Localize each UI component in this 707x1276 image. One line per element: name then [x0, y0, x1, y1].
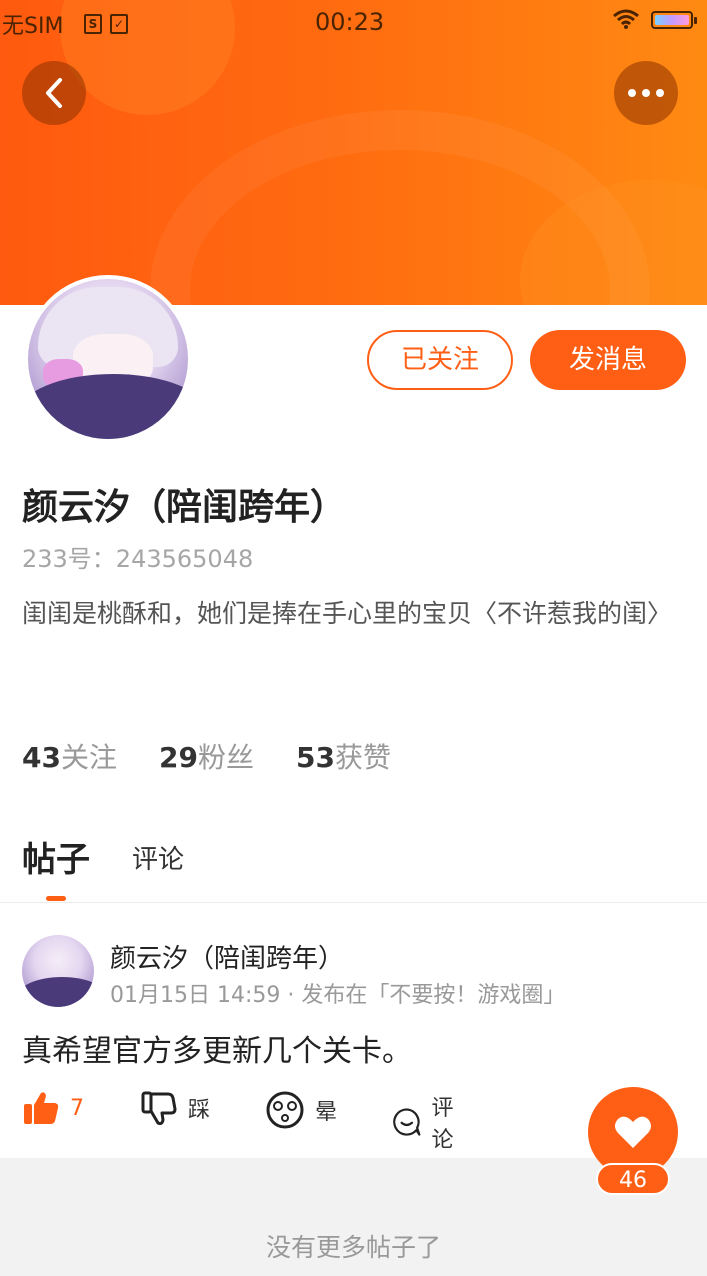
stat-followers[interactable]: 29粉丝 [159, 736, 254, 776]
user-id: 233号：243565048 [22, 545, 254, 573]
s-badge-icon: S [84, 14, 102, 34]
dizzy-label: 晕 [315, 1100, 338, 1125]
post-author-avatar[interactable] [22, 935, 94, 1007]
more-button[interactable] [614, 61, 678, 125]
carrier-label: 无SIM [2, 14, 64, 39]
comment-bubble-icon [393, 1108, 421, 1136]
stat-following[interactable]: 43关注 [22, 736, 117, 776]
followed-button[interactable]: 已关注 [367, 330, 513, 390]
no-more-posts-text: 没有更多帖子了 [265, 1233, 441, 1262]
profile-banner [0, 0, 707, 305]
clock: 00:23 [315, 8, 385, 36]
stat-label: 关注 [60, 741, 117, 774]
status-bar: 无SIM S ✓ 00:23 [0, 0, 707, 44]
tab-comments[interactable]: 评论 [132, 839, 212, 876]
post-body[interactable]: 真希望官方多更新几个关卡。 [22, 1026, 412, 1070]
profile-name: 颜云汐（陪闺跨年） [22, 487, 347, 528]
divider [0, 902, 707, 903]
thumbs-up-icon [24, 1092, 59, 1124]
comment-label: 评论 [431, 1096, 454, 1153]
stat-label: 获赞 [334, 741, 391, 774]
wifi-icon [612, 8, 640, 36]
tab-posts[interactable]: 帖子 [22, 832, 92, 901]
avatar[interactable] [24, 275, 192, 443]
favorite-count-badge: 46 [596, 1163, 670, 1195]
like-count: 7 [70, 1095, 84, 1121]
clipboard-icon: ✓ [110, 14, 128, 34]
avatar-image [28, 279, 188, 439]
stat-likes[interactable]: 53获赞 [296, 736, 391, 776]
tab-posts-label: 帖子 [22, 840, 90, 880]
dizzy-button[interactable]: 晕 [265, 1090, 337, 1130]
active-tab-indicator [46, 896, 66, 901]
dislike-button[interactable]: 踩 [140, 1090, 210, 1126]
like-button[interactable]: 7 [22, 1090, 84, 1126]
dislike-label: 踩 [188, 1098, 211, 1123]
thumbs-down-icon [141, 1091, 177, 1126]
comment-button[interactable]: 评论 [392, 1090, 464, 1154]
post-author-name[interactable]: 颜云汐（陪闺跨年） [110, 938, 344, 975]
send-message-button[interactable]: 发消息 [530, 330, 686, 390]
stat-number: 53 [295, 741, 335, 774]
more-dots-icon [628, 89, 664, 97]
profile-bio: 闺闺是桃酥和，她们是捧在手心里的宝贝〈不许惹我的闺〉 [22, 599, 673, 628]
post-meta: 01月15日 14:59 · 发布在「不要按！游戏圈」 [110, 983, 566, 1008]
stat-number: 43 [22, 741, 61, 774]
back-button[interactable] [22, 61, 86, 125]
stat-label: 粉丝 [197, 741, 254, 774]
battery-icon [651, 11, 697, 29]
stat-number: 29 [158, 741, 198, 774]
chevron-left-icon [46, 78, 62, 108]
dizzy-face-icon [266, 1091, 304, 1129]
status-icons: S ✓ [84, 9, 136, 34]
profile-stats: 43关注 29粉丝 53获赞 [22, 736, 391, 776]
heart-icon [615, 1116, 651, 1148]
